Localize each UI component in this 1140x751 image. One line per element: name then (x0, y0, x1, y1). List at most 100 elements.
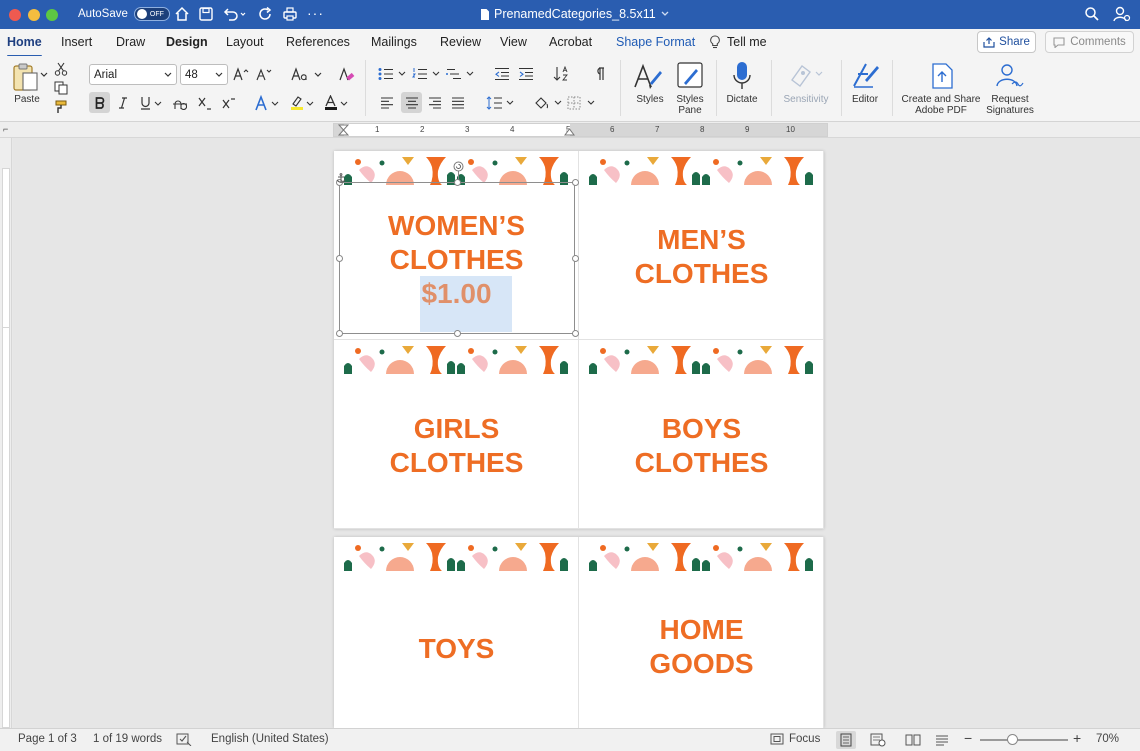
page-1[interactable]: WOMEN’S CLOTHES $1.00 MEN’S CLOTHES GIRL… (334, 151, 824, 529)
document-canvas[interactable]: WOMEN’S CLOTHES $1.00 MEN’S CLOTHES GIRL… (13, 138, 1140, 728)
category-label[interactable]: TOYS (334, 632, 578, 666)
page-count[interactable]: Page 1 of 3 (18, 733, 77, 745)
tab-acrobat[interactable]: Acrobat (549, 35, 592, 49)
save-icon[interactable] (198, 6, 214, 22)
justify-button[interactable] (449, 93, 467, 113)
text-effects-button[interactable] (255, 93, 281, 113)
read-mode-button[interactable] (905, 733, 921, 747)
language-indicator[interactable]: English (United States) (211, 733, 329, 745)
label-cell-boys-clothes[interactable]: BOYS CLOTHES (579, 340, 824, 529)
resize-handle[interactable] (572, 330, 579, 337)
home-icon[interactable] (174, 6, 190, 22)
autosave-control[interactable]: AutoSave OFF (78, 7, 170, 21)
zoom-slider-thumb[interactable] (1007, 734, 1018, 745)
align-center-button[interactable] (401, 92, 422, 113)
paste-dropdown-icon[interactable] (40, 72, 48, 78)
zoom-slider[interactable] (980, 734, 1068, 745)
format-painter-icon[interactable] (54, 100, 68, 114)
resize-handle[interactable] (572, 179, 579, 186)
focus-icon[interactable] (770, 733, 784, 745)
align-right-button[interactable] (426, 93, 444, 113)
web-layout-view-button[interactable] (870, 733, 886, 747)
tab-review[interactable]: Review (440, 35, 481, 49)
resize-handle[interactable] (336, 255, 343, 262)
resize-handle[interactable] (336, 330, 343, 337)
tab-mailings[interactable]: Mailings (371, 35, 417, 49)
superscript-button[interactable] (221, 93, 237, 113)
price-text[interactable]: $1.00 (421, 278, 491, 309)
focus-mode-button[interactable]: Focus (789, 733, 820, 745)
more-commands-icon[interactable]: ··· (307, 5, 324, 21)
page-2[interactable]: TOYS HOME GOODS (334, 537, 824, 728)
resize-handle[interactable] (572, 255, 579, 262)
borders-button[interactable] (567, 93, 597, 113)
tab-view[interactable]: View (500, 35, 527, 49)
label-cell-girls-clothes[interactable]: GIRLS CLOTHES (334, 340, 579, 529)
bullets-button[interactable] (378, 65, 408, 83)
tab-insert[interactable]: Insert (61, 35, 92, 49)
tab-shape-format[interactable]: Shape Format (616, 35, 695, 49)
paste-button[interactable] (10, 62, 42, 94)
label-cell-toys[interactable]: TOYS (334, 537, 579, 728)
close-window-button[interactable] (9, 9, 21, 21)
strikethrough-button[interactable] (172, 93, 188, 113)
category-label[interactable]: BOYS CLOTHES (579, 412, 823, 480)
tab-layout[interactable]: Layout (226, 35, 264, 49)
zoom-window-button[interactable] (46, 9, 58, 21)
first-line-indent-marker[interactable] (338, 124, 350, 136)
zoom-in-button[interactable]: + (1073, 730, 1081, 746)
horizontal-ruler[interactable]: ⌐ 1 2 3 4 5 6 7 8 9 10 (0, 122, 1140, 138)
redo-icon[interactable] (257, 6, 273, 22)
cut-icon[interactable] (54, 62, 68, 76)
share-button[interactable]: Share (977, 31, 1036, 53)
request-signatures-icon[interactable] (994, 62, 1024, 90)
clear-formatting-icon[interactable] (338, 65, 356, 83)
editor-icon[interactable] (851, 60, 881, 90)
styles-gallery-icon[interactable] (632, 61, 664, 93)
grow-font-icon[interactable] (233, 65, 249, 83)
increase-indent-button[interactable] (517, 65, 535, 83)
undo-icon[interactable] (222, 6, 246, 22)
search-icon[interactable] (1084, 6, 1100, 22)
vertical-ruler[interactable] (0, 138, 12, 728)
subscript-button[interactable] (197, 93, 213, 113)
align-left-button[interactable] (378, 93, 396, 113)
outline-view-button[interactable] (934, 733, 950, 747)
line-spacing-button[interactable] (486, 93, 516, 113)
category-label[interactable]: MEN’S CLOTHES (579, 223, 823, 291)
font-color-button[interactable] (324, 93, 350, 113)
account-settings-icon[interactable] (1113, 5, 1131, 23)
font-name-select[interactable]: Arial (89, 64, 177, 85)
bold-button[interactable] (89, 92, 110, 113)
zoom-out-button[interactable]: − (964, 730, 972, 746)
document-title[interactable]: PrenamedCategories_8.5x11 (480, 7, 670, 21)
microphone-icon[interactable] (732, 61, 752, 93)
print-icon[interactable] (282, 6, 298, 22)
italic-button[interactable] (115, 93, 131, 113)
multilevel-list-button[interactable] (446, 65, 476, 83)
tab-home[interactable]: Home (7, 35, 42, 58)
shrink-font-icon[interactable] (256, 65, 272, 83)
tab-stop-selector[interactable]: ⌐ (3, 124, 8, 134)
tab-draw[interactable]: Draw (116, 35, 145, 49)
underline-button[interactable] (139, 93, 165, 113)
tell-me-search[interactable]: Tell me (709, 35, 767, 49)
change-case-icon[interactable] (291, 65, 323, 83)
highlight-color-button[interactable] (290, 93, 316, 113)
show-formatting-marks-icon[interactable] (590, 65, 608, 83)
category-label[interactable]: GIRLS CLOTHES (334, 412, 578, 480)
numbering-button[interactable] (412, 65, 442, 83)
shading-button[interactable] (534, 93, 564, 113)
minimize-window-button[interactable] (28, 9, 40, 21)
font-size-select[interactable]: 48 (180, 64, 228, 85)
word-count[interactable]: 1 of 19 words (93, 733, 162, 745)
decrease-indent-button[interactable] (493, 65, 511, 83)
resize-handle[interactable] (454, 330, 461, 337)
zoom-level[interactable]: 70% (1096, 733, 1119, 745)
styles-pane-icon[interactable] (676, 61, 704, 93)
label-cell-home-goods[interactable]: HOME GOODS (579, 537, 824, 728)
resize-handle[interactable] (454, 179, 461, 186)
tab-references[interactable]: References (286, 35, 350, 49)
sort-button[interactable] (553, 65, 571, 83)
proofing-icon[interactable] (176, 733, 192, 746)
